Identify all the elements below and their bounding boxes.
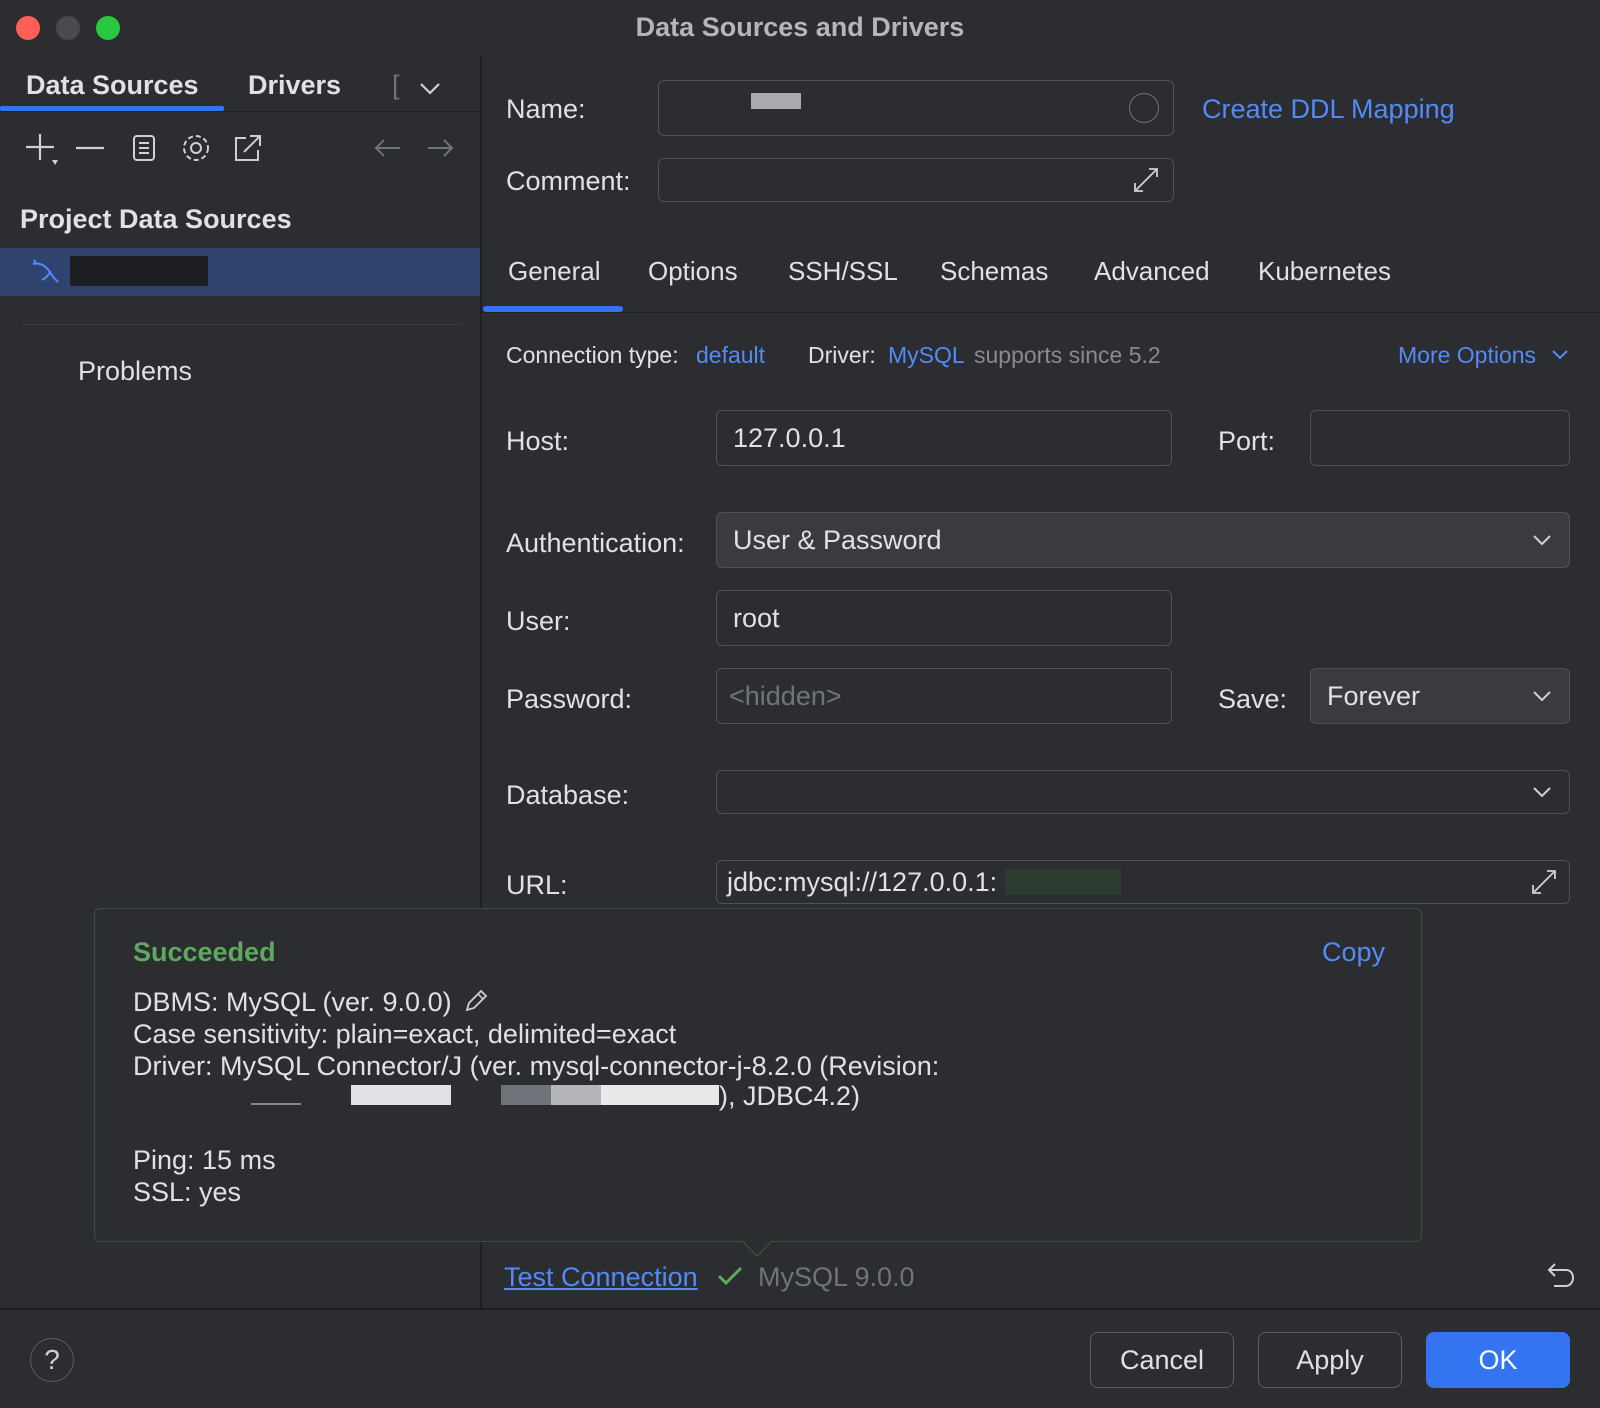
connection-type-link[interactable]: default bbox=[696, 342, 765, 369]
chevron-down-icon[interactable] bbox=[1550, 346, 1570, 364]
case-sensitivity-line: Case sensitivity: plain=exact, delimited… bbox=[133, 1019, 677, 1049]
help-button[interactable]: ? bbox=[30, 1338, 74, 1382]
tab-drivers[interactable]: Drivers bbox=[248, 70, 341, 101]
copy-link[interactable]: Copy bbox=[1322, 937, 1385, 968]
add-icon[interactable] bbox=[22, 130, 58, 166]
password-input[interactable]: <hidden> bbox=[716, 668, 1172, 724]
expand-icon[interactable] bbox=[1131, 165, 1161, 195]
section-title: Project Data Sources bbox=[20, 204, 292, 234]
comment-field[interactable] bbox=[658, 158, 1174, 202]
remove-icon[interactable] bbox=[72, 130, 108, 166]
undo-icon[interactable] bbox=[1544, 1260, 1576, 1290]
chevron-down-icon bbox=[1533, 787, 1551, 798]
chevron-down-icon[interactable] bbox=[418, 78, 442, 98]
tab-overflow[interactable]: [ bbox=[392, 70, 400, 101]
tab-data-sources[interactable]: Data Sources bbox=[26, 70, 199, 101]
authentication-select[interactable]: User & Password bbox=[716, 512, 1570, 568]
comment-label: Comment: bbox=[506, 166, 631, 196]
create-ddl-mapping-link[interactable]: Create DDL Mapping bbox=[1202, 94, 1455, 125]
chevron-down-icon bbox=[1533, 535, 1551, 546]
tab-ssh-ssl[interactable]: SSH/SSL bbox=[788, 256, 898, 287]
apply-button[interactable]: Apply bbox=[1258, 1332, 1402, 1388]
popup-pointer bbox=[742, 1240, 772, 1258]
redacted-value bbox=[751, 93, 801, 109]
port-label: Port: bbox=[1218, 426, 1276, 456]
window-title: Data Sources and Drivers bbox=[635, 12, 965, 42]
data-source-item[interactable] bbox=[0, 248, 480, 296]
ok-button[interactable]: OK bbox=[1426, 1332, 1570, 1388]
tab-kubernetes[interactable]: Kubernetes bbox=[1258, 256, 1391, 287]
save-label: Save: bbox=[1218, 684, 1288, 714]
user-label: User: bbox=[506, 606, 571, 636]
driver-note: supports since 5.2 bbox=[974, 342, 1161, 368]
dbms-line: DBMS: MySQL (ver. 9.0.0) bbox=[133, 987, 489, 1018]
url-label: URL: bbox=[506, 870, 568, 900]
cancel-button[interactable]: Cancel bbox=[1090, 1332, 1234, 1388]
host-input[interactable]: 127.0.0.1 bbox=[716, 410, 1172, 466]
redacted-value bbox=[351, 1085, 451, 1105]
duplicate-icon[interactable] bbox=[126, 130, 162, 166]
driver-line: Driver: MySQL Connector/J (ver. mysql-co… bbox=[133, 1051, 940, 1081]
authentication-value: User & Password bbox=[733, 524, 942, 555]
status-text: Succeeded bbox=[133, 937, 276, 967]
connection-type-label: Connection type: bbox=[506, 342, 679, 368]
url-value: jdbc:mysql://127.0.0.1: bbox=[727, 866, 998, 897]
user-input[interactable]: root bbox=[716, 590, 1172, 646]
host-label: Host: bbox=[506, 426, 570, 456]
expand-icon[interactable] bbox=[1529, 867, 1559, 897]
driver-line-end: ), JDBC4.2) bbox=[719, 1081, 861, 1111]
dialog-window: Data Sources and Drivers Data Sources Dr… bbox=[0, 0, 1600, 1408]
database-label: Database: bbox=[506, 780, 630, 810]
redacted-value bbox=[1005, 869, 1121, 895]
ssl-line: SSL: yes bbox=[133, 1177, 242, 1207]
tab-schemas[interactable]: Schemas bbox=[940, 256, 1048, 287]
save-value: Forever bbox=[1327, 680, 1421, 711]
redacted-value bbox=[251, 1103, 301, 1105]
divider bbox=[482, 312, 1600, 313]
authentication-label: Authentication: bbox=[506, 528, 685, 558]
forward-arrow-icon[interactable] bbox=[422, 130, 458, 166]
name-label: Name: bbox=[506, 94, 586, 124]
back-arrow-icon[interactable] bbox=[370, 130, 406, 166]
test-connection-link[interactable]: Test Connection bbox=[504, 1262, 698, 1293]
problems-item[interactable]: Problems bbox=[78, 356, 192, 387]
more-options-link[interactable]: More Options bbox=[1398, 342, 1536, 369]
driver-label: Driver: bbox=[808, 342, 876, 368]
url-input[interactable]: jdbc:mysql://127.0.0.1: bbox=[716, 860, 1570, 904]
mysql-icon bbox=[32, 259, 59, 283]
edit-pencil-icon[interactable] bbox=[463, 988, 489, 1014]
redacted-name bbox=[70, 256, 208, 286]
chevron-down-icon bbox=[1533, 691, 1551, 702]
dbms-text: DBMS: MySQL (ver. 9.0.0) bbox=[133, 987, 452, 1017]
port-input[interactable] bbox=[1310, 410, 1570, 466]
ping-line: Ping: 15 ms bbox=[133, 1145, 276, 1175]
gear-icon[interactable] bbox=[178, 130, 214, 166]
redacted-value bbox=[501, 1085, 551, 1105]
tab-general[interactable]: General bbox=[508, 256, 601, 287]
name-field[interactable] bbox=[658, 80, 1174, 136]
database-select[interactable] bbox=[716, 770, 1570, 814]
tab-options[interactable]: Options bbox=[648, 256, 738, 287]
divider bbox=[0, 111, 480, 112]
color-circle-icon[interactable] bbox=[1129, 93, 1159, 123]
redacted-value bbox=[551, 1085, 601, 1105]
divider bbox=[22, 324, 462, 325]
open-external-icon[interactable] bbox=[230, 130, 266, 166]
tab-advanced[interactable]: Advanced bbox=[1094, 256, 1210, 287]
checkmark-icon bbox=[717, 1266, 743, 1286]
save-select[interactable]: Forever bbox=[1310, 668, 1570, 724]
redacted-value bbox=[601, 1085, 719, 1105]
driver-link[interactable]: MySQL bbox=[888, 342, 965, 369]
test-result-text: MySQL 9.0.0 bbox=[758, 1262, 915, 1292]
password-label: Password: bbox=[506, 684, 633, 714]
test-result-popup: Succeeded Copy DBMS: MySQL (ver. 9.0.0) … bbox=[94, 908, 1422, 1242]
divider bbox=[0, 1308, 1600, 1310]
